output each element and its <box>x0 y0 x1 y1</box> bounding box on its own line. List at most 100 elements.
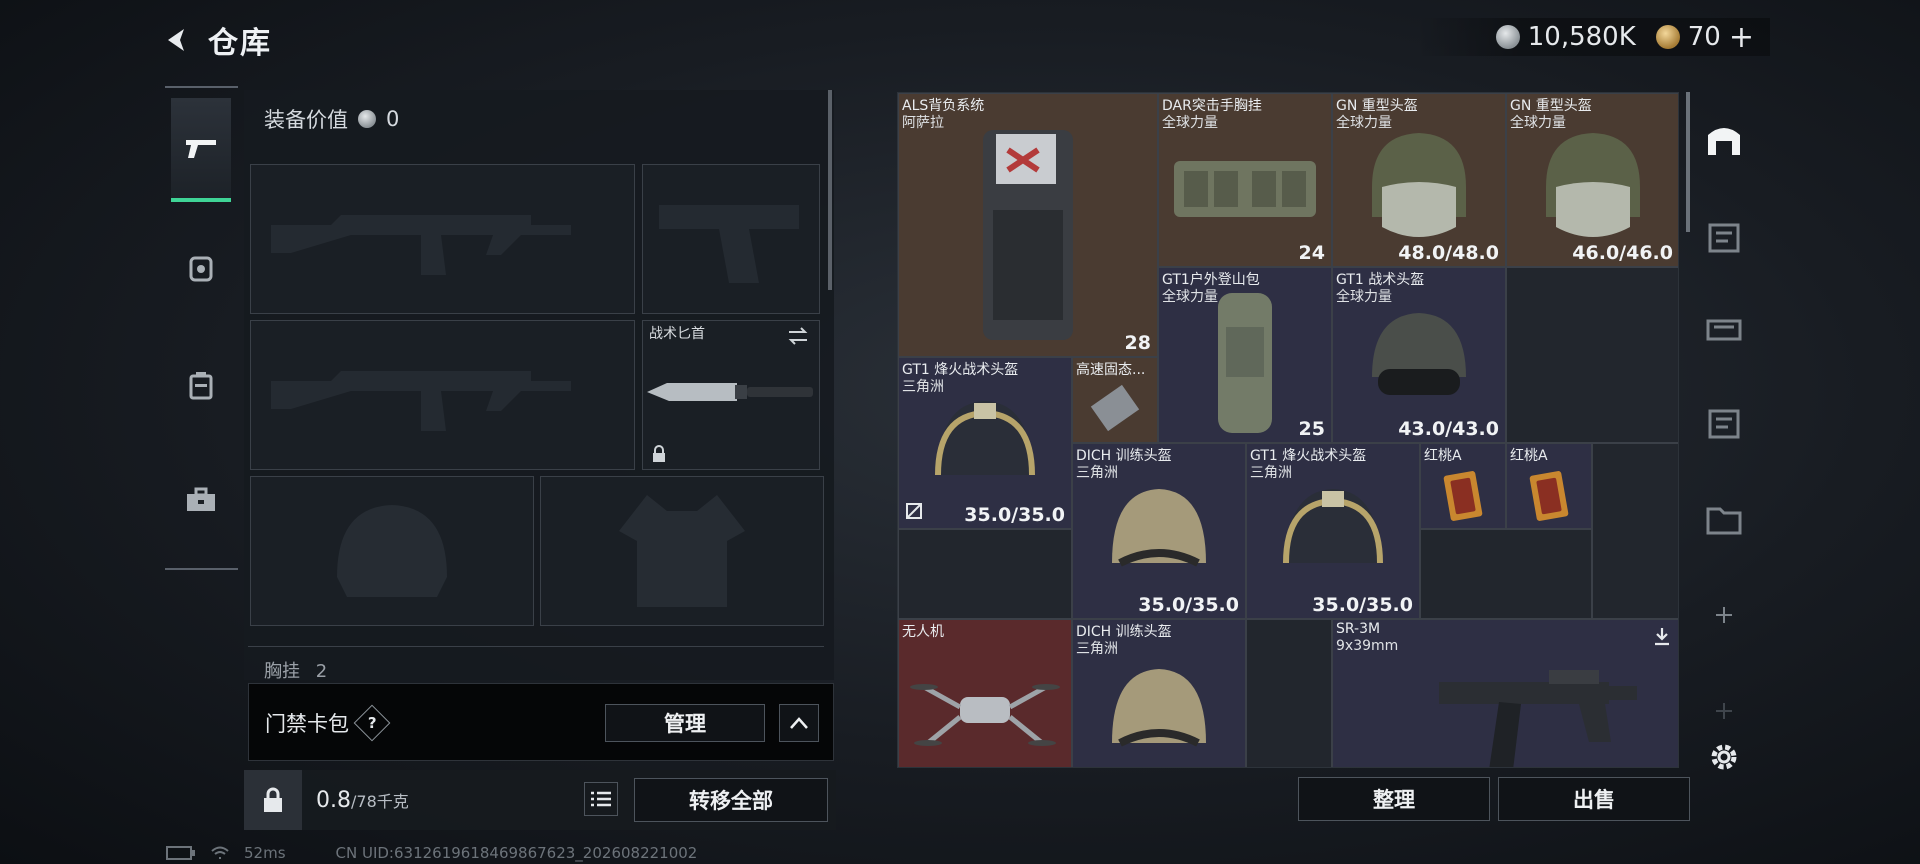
grid-item-backpack-als[interactable]: ALS背负系统 阿萨拉 28 <box>898 93 1158 357</box>
keycard-pack-label: 门禁卡包 <box>265 712 349 736</box>
item-name: 高速固态... <box>1076 362 1146 378</box>
grid-item-helmet-dich-1[interactable]: DICH 训练头盔 三角洲 35.0/35.0 <box>1072 443 1246 619</box>
weight-bar: 0.8/78千克 转移全部 <box>244 770 836 830</box>
chest-rig-slot[interactable]: 胸挂 2 <box>248 646 824 680</box>
tab-storage-5[interactable] <box>1696 494 1752 544</box>
loadout-scrollbar[interactable] <box>828 90 832 290</box>
ssd-icon <box>1090 385 1140 432</box>
grid-item-helmet-gt1-beacon-2[interactable]: GT1 烽火战术头盔 三角洲 35.0/35.0 <box>1246 443 1420 619</box>
weight-lock-button[interactable] <box>244 770 302 830</box>
swap-icon[interactable] <box>787 327 809 345</box>
tab-weapons[interactable] <box>171 98 231 202</box>
training-helmet-icon <box>1112 488 1206 567</box>
sidearm-slot[interactable] <box>642 164 820 314</box>
add-storage-button[interactable] <box>1696 590 1752 640</box>
item-value: 35.0/35.0 <box>1312 594 1413 616</box>
carry-weight-current: 0.8 <box>316 788 351 813</box>
gear-icon <box>1711 744 1737 770</box>
equipment-value-amount: 0 <box>386 107 400 131</box>
tab-storage-3[interactable] <box>1696 304 1752 354</box>
item-subtitle: 三角洲 <box>1076 641 1118 657</box>
gold-currency[interactable]: 70 + <box>1655 20 1754 55</box>
primary-weapon-slot[interactable] <box>250 164 635 314</box>
storage-page-tabs <box>1696 92 1752 782</box>
grid-item-ssd[interactable]: 高速固态... <box>1072 357 1158 443</box>
tab-tools[interactable] <box>171 448 231 552</box>
heavy-helmet-icon <box>1372 132 1466 237</box>
wifi-icon <box>211 846 229 859</box>
grid-item-drone[interactable]: 无人机 <box>898 619 1072 767</box>
tab-storage-main[interactable] <box>1696 114 1752 164</box>
item-subtitle: 三角洲 <box>1076 465 1118 481</box>
grid-item-backpack-gt1[interactable]: GT1户外登山包 全球力量 25 <box>1158 267 1332 443</box>
helmet-slot[interactable] <box>250 476 534 626</box>
grid-item-helmet-gn-2[interactable]: GN 重型头盔 全球力量 46.0/46.0 <box>1506 93 1678 267</box>
item-value: 25 <box>1298 418 1325 440</box>
help-icon[interactable]: ? <box>353 704 391 742</box>
uid-text: CN UID:6312619618469867623_202608221002 <box>335 844 698 862</box>
grid-item-chest-rig-dar[interactable]: DAR突击手胸挂 全球力量 24 <box>1158 93 1332 267</box>
gun-icon <box>186 140 216 158</box>
settings-button[interactable] <box>1696 732 1752 782</box>
expand-button[interactable] <box>779 704 819 742</box>
weapon-case-icon <box>1706 319 1742 341</box>
loadout-panel: 装备价值 0 战术匕首 胸挂 2 <box>244 90 834 680</box>
grid-empty-cell[interactable] <box>1506 267 1678 443</box>
warehouse-icon <box>1708 128 1740 155</box>
drone-icon <box>910 683 1060 746</box>
chest-rig-label: 胸挂 <box>264 661 300 680</box>
chest-rig-count: 2 <box>315 661 328 680</box>
beacon-helmet-icon <box>1283 488 1383 563</box>
chest-rig-icon <box>1174 160 1316 217</box>
add-gold-button[interactable]: + <box>1729 20 1754 55</box>
item-value: 35.0/35.0 <box>964 504 1065 526</box>
grid-empty-cell[interactable] <box>898 529 1072 619</box>
grid-item-ace-of-hearts-2[interactable]: 红桃A <box>1506 443 1592 529</box>
storage-scrollbar[interactable] <box>1686 92 1690 232</box>
grid-item-helmet-gn-1[interactable]: GN 重型头盔 全球力量 48.0/48.0 <box>1332 93 1506 267</box>
playing-card-icon <box>1529 471 1569 522</box>
silver-coin-icon <box>1495 25 1520 49</box>
grid-item-helmet-gt1-beacon-1[interactable]: GT1 烽火战术头盔 三角洲 35.0/35.0 <box>898 357 1072 529</box>
grid-item-helmet-dich-2[interactable]: DICH 训练头盔 三角洲 <box>1072 619 1246 767</box>
rifle-silhouette-icon <box>271 371 571 431</box>
manage-button[interactable]: 管理 <box>605 704 765 742</box>
carry-weight-max: /78千克 <box>351 792 409 811</box>
toolbox-icon <box>187 487 215 511</box>
item-subtitle: 阿萨拉 <box>902 115 944 131</box>
knife-slot[interactable]: 战术匕首 <box>642 320 820 470</box>
currency-bar: 10,580K 70 + <box>1415 18 1770 56</box>
tab-storage-4[interactable] <box>1696 398 1752 448</box>
equipment-value: 装备价值 0 <box>264 104 399 134</box>
hiking-pack-icon <box>1218 292 1272 433</box>
grid-item-ace-of-hearts-1[interactable]: 红桃A <box>1420 443 1506 529</box>
tab-storage-2[interactable] <box>1696 212 1752 262</box>
grid-item-sr3m[interactable]: SR-3M 9x39mm <box>1332 619 1678 767</box>
back-button[interactable] <box>160 23 194 57</box>
grid-empty-cell[interactable] <box>1592 443 1678 619</box>
sell-button[interactable]: 出售 <box>1498 777 1690 821</box>
grid-item-helmet-gt1[interactable]: GT1 战术头盔 全球力量 43.0/43.0 <box>1332 267 1506 443</box>
heavy-helmet-icon <box>1546 132 1640 237</box>
training-helmet-icon <box>1112 668 1206 747</box>
backpack-icon <box>189 372 213 400</box>
item-name: 红桃A <box>1424 448 1462 464</box>
item-value: 28 <box>1124 332 1151 354</box>
status-bar: 52ms CN UID:6312619618469867623_20260822… <box>166 844 697 862</box>
download-icon[interactable] <box>1653 626 1671 646</box>
keycard-pack-bar: 门禁卡包 ? 管理 <box>248 683 834 761</box>
armor-slot[interactable] <box>540 476 824 626</box>
lock-icon <box>264 787 282 812</box>
tab-backpack[interactable] <box>171 334 231 438</box>
item-subtitle: 全球力量 <box>1162 115 1218 131</box>
sort-button[interactable]: 整理 <box>1298 777 1490 821</box>
grid-empty-cell[interactable] <box>1420 529 1592 619</box>
list-view-button[interactable] <box>584 782 618 816</box>
grid-empty-cell[interactable] <box>1246 619 1332 767</box>
secondary-weapon-slot[interactable] <box>250 320 635 470</box>
item-subtitle: 9x39mm <box>1336 638 1399 654</box>
item-name: 无人机 <box>902 624 944 640</box>
tab-gear[interactable] <box>171 216 231 320</box>
transfer-all-button[interactable]: 转移全部 <box>634 778 828 822</box>
pistol-silhouette-icon <box>659 205 799 283</box>
